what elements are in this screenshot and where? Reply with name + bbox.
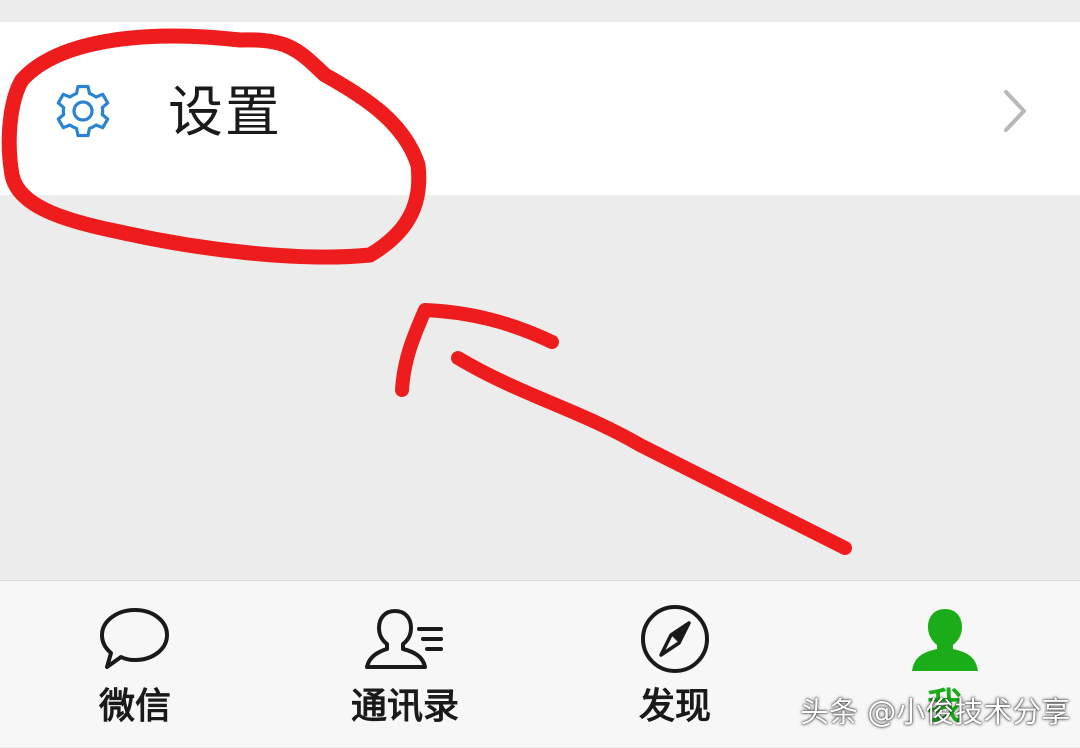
contacts-icon: [365, 609, 443, 669]
top-divider-strip: [0, 0, 1080, 22]
tab-chats[interactable]: 微信: [45, 581, 225, 748]
gear-icon: [56, 84, 110, 138]
tab-discover[interactable]: 发现: [585, 581, 765, 748]
chat-bubble-icon: [100, 608, 169, 669]
tab-discover-label: 发现: [638, 686, 711, 727]
settings-label: 设置: [168, 80, 283, 144]
tab-chats-label: 微信: [98, 686, 171, 727]
person-icon: [912, 609, 978, 671]
empty-content-area: [0, 195, 1080, 580]
tab-contacts[interactable]: 通讯录: [315, 581, 495, 748]
tab-contacts-label: 通讯录: [350, 686, 459, 727]
chevron-right-icon: [1004, 90, 1026, 132]
compass-icon: [641, 605, 709, 673]
watermark-text: 头条 @小俊技术分享: [800, 695, 1071, 729]
settings-row[interactable]: 设置: [0, 22, 1080, 195]
